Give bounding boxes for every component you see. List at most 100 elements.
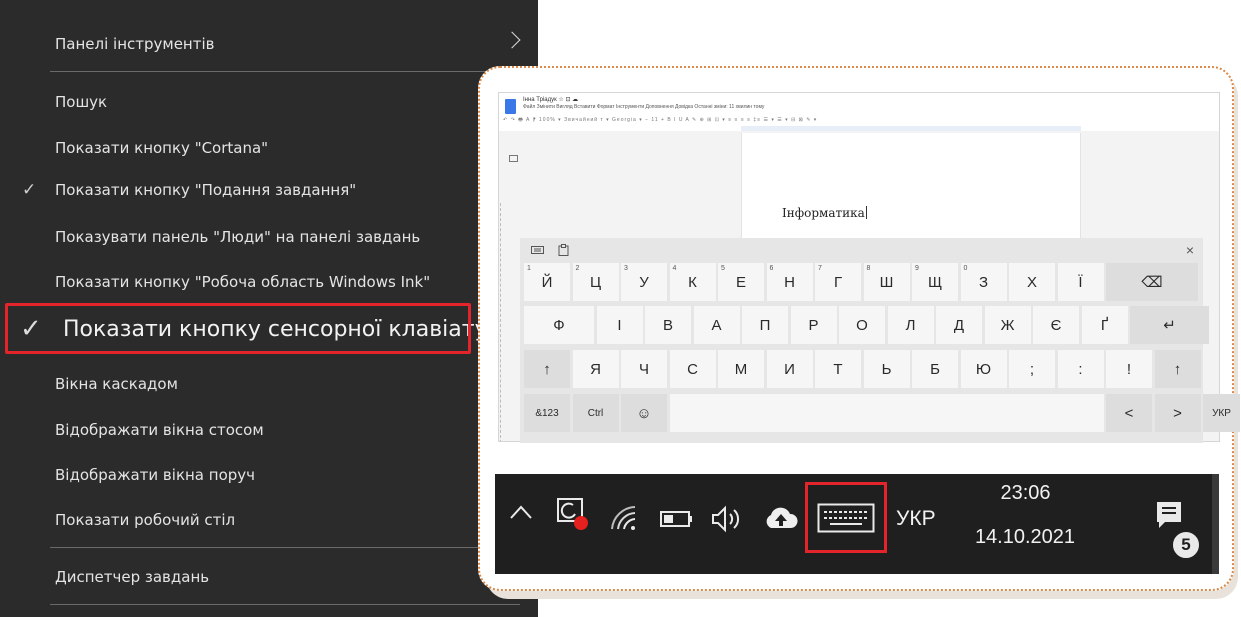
battery-icon[interactable] <box>660 510 694 528</box>
key-label: Я <box>590 360 601 378</box>
key-;[interactable]: ; <box>1009 350 1055 388</box>
menu-item-show-windows-ink[interactable]: Показати кнопку "Робоча область Windows … <box>0 259 538 305</box>
docs-toolbar[interactable]: ↶ ↷ 🖶 A ⁋ 100% ▾ Звичайний т ▾ Georgia ▾… <box>503 117 1218 125</box>
key-:[interactable]: : <box>1057 350 1104 388</box>
key-й[interactable]: 1Й <box>524 263 570 301</box>
check-icon: ✓ <box>22 180 37 200</box>
menu-item-show-desktop[interactable]: Показати робочий стіл <box>0 497 538 543</box>
key-л[interactable]: Л <box>887 306 934 344</box>
text-caret <box>865 206 867 219</box>
menu-separator <box>50 547 520 548</box>
key-label: ↵ <box>1163 317 1176 334</box>
input-language[interactable]: УКР <box>896 507 936 531</box>
menu-item-task-manager[interactable]: Диспетчер завдань <box>0 554 538 600</box>
key-label: Ж <box>1000 316 1015 334</box>
key-ч[interactable]: Ч <box>621 350 667 388</box>
key-є[interactable]: Є <box>1033 306 1079 344</box>
key-щ[interactable]: 9Щ <box>912 263 958 301</box>
menu-item-stack-windows[interactable]: Відображати вікна стосом <box>0 407 538 453</box>
key-в[interactable]: В <box>645 306 691 344</box>
close-icon[interactable]: × <box>1186 242 1194 258</box>
menu-item-label: Показати кнопку "Подання завдання" <box>55 181 357 199</box>
key-ї[interactable]: Ї <box>1057 263 1104 301</box>
menu-item-search[interactable]: Пошук <box>0 79 538 125</box>
arrow-right-key[interactable]: > <box>1154 394 1201 432</box>
notification-center-icon[interactable] <box>1155 500 1187 532</box>
emoji-key[interactable]: ☺ <box>621 394 667 432</box>
key-ю[interactable]: Ю <box>960 350 1007 388</box>
chevron-up-icon[interactable] <box>509 504 533 520</box>
key-с[interactable]: С <box>669 350 716 388</box>
enter-key[interactable]: ↵ <box>1130 306 1209 344</box>
menu-item-label: Показати кнопку "Робоча область Windows … <box>55 273 431 291</box>
language-key[interactable]: УКР <box>1203 394 1240 432</box>
menu-item-show-cortana[interactable]: Показати кнопку "Cortana" <box>0 125 538 171</box>
shift-key[interactable]: ↑ <box>1154 350 1201 388</box>
key-ж[interactable]: Ж <box>984 306 1031 344</box>
key-label: Г <box>833 273 843 291</box>
docs-logo-icon[interactable] <box>505 99 516 114</box>
keyboard-settings-icon[interactable] <box>531 244 544 255</box>
key-label: Є <box>1050 316 1062 334</box>
key-label: УКР <box>1212 407 1231 419</box>
key-number-hint: 8 <box>866 265 871 272</box>
docs-title[interactable]: Інна Тріадук ☆ ⊡ ☁ <box>523 96 578 103</box>
key-г[interactable]: 7Г <box>815 263 861 301</box>
key-я[interactable]: Я <box>572 350 619 388</box>
key-number-hint: 9 <box>915 265 919 272</box>
key-з[interactable]: 0З <box>960 263 1007 301</box>
menu-item-side-by-side[interactable]: Відображати вікна поруч <box>0 452 538 498</box>
menu-item-cascade-windows[interactable]: Вікна каскадом <box>0 361 538 407</box>
key-р[interactable]: Р <box>790 306 837 344</box>
menu-item-label: Відображати вікна стосом <box>55 421 264 439</box>
menu-item-show-task-view[interactable]: ✓ Показати кнопку "Подання завдання" <box>0 167 538 213</box>
shift-key[interactable]: ↑ <box>524 350 570 388</box>
key-ф[interactable]: Ф <box>524 306 594 344</box>
clock-date[interactable]: 14.10.2021 <box>955 526 1095 549</box>
key-н[interactable]: 6Н <box>766 263 813 301</box>
clock-time[interactable]: 23:06 <box>973 482 1078 505</box>
key-м[interactable]: М <box>718 350 764 388</box>
docs-menu-bar[interactable]: Файл Змінити Вигляд Вставити Формат Інст… <box>523 104 764 110</box>
ctrl-key[interactable]: Ctrl <box>572 394 619 432</box>
key-label: Б <box>930 360 940 378</box>
menu-item-toolbars[interactable]: Панелі інструментів <box>0 21 538 67</box>
key-о[interactable]: О <box>839 306 885 344</box>
key-б[interactable]: Б <box>912 350 958 388</box>
key-![interactable]: ! <box>1106 350 1152 388</box>
outline-icon[interactable] <box>509 155 518 162</box>
security-alert-icon[interactable] <box>556 496 590 532</box>
key-ц[interactable]: 2Ц <box>572 263 619 301</box>
key-ь[interactable]: Ь <box>863 350 910 388</box>
key-п[interactable]: П <box>742 306 788 344</box>
document-text[interactable]: Інформатика <box>782 206 867 220</box>
key-д[interactable]: Д <box>936 306 982 344</box>
menu-item-show-people[interactable]: Показувати панель "Люди" на панелі завда… <box>0 214 538 260</box>
key-и[interactable]: И <box>766 350 813 388</box>
onedrive-upload-icon[interactable] <box>763 506 799 530</box>
backspace-key[interactable]: ⌫ <box>1106 263 1198 301</box>
wifi-icon[interactable] <box>609 504 643 532</box>
key-ґ[interactable]: Ґ <box>1081 306 1128 344</box>
key-е[interactable]: 5Е <box>718 263 764 301</box>
key-а[interactable]: А <box>693 306 740 344</box>
touch-keyboard: × 1 Й 2 Ц 3 У 4 К 5 Е 6 Н 7 Г 8 Ш 9 Щ 0 З Х Ї ⌫ Ф І В А П Р О Л Д Ж Є Ґ ↵ ↑ Я… <box>520 238 1240 443</box>
key-label: Ц <box>589 273 602 291</box>
notification-count-badge: 5 <box>1171 530 1201 560</box>
symbols-key[interactable]: &123 <box>524 394 570 432</box>
space-key[interactable] <box>669 394 1104 432</box>
show-desktop-button[interactable] <box>1212 474 1219 574</box>
arrow-left-key[interactable]: < <box>1106 394 1152 432</box>
key-і[interactable]: І <box>596 306 643 344</box>
clipboard-icon[interactable] <box>558 244 569 256</box>
key-т[interactable]: Т <box>815 350 861 388</box>
key-number-hint: 2 <box>575 265 580 272</box>
key-к[interactable]: 4К <box>669 263 716 301</box>
key-label: Р <box>808 316 819 334</box>
key-ш[interactable]: 8Ш <box>863 263 910 301</box>
key-у[interactable]: 3У <box>621 263 667 301</box>
key-label: Ш <box>879 273 894 291</box>
key-х[interactable]: Х <box>1009 263 1055 301</box>
vertical-ruler <box>500 203 503 441</box>
volume-icon[interactable] <box>710 504 744 534</box>
